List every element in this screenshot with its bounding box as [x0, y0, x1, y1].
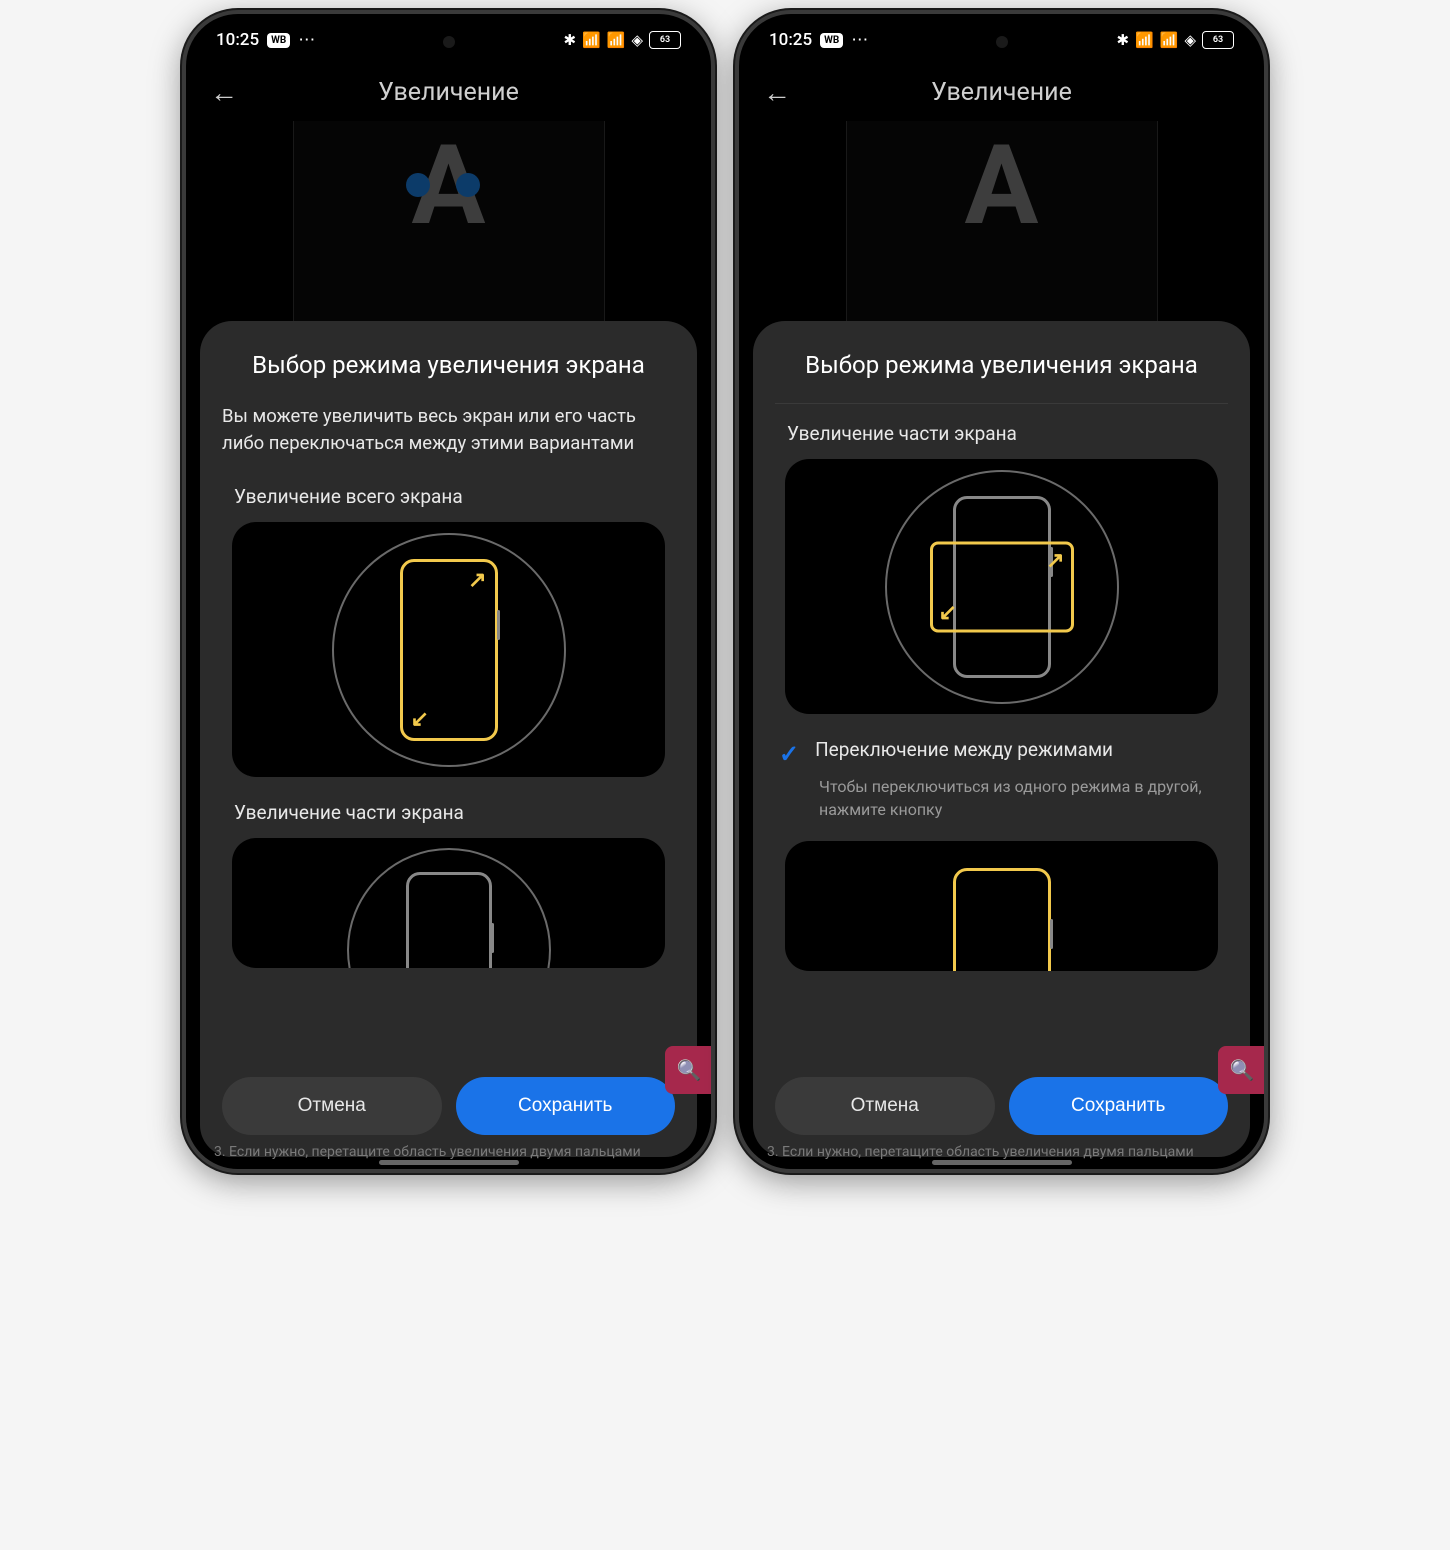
modal-intro: Вы можете увеличить весь экран или его ч… — [222, 403, 675, 457]
hint-text: 3. Если нужно, перетащите область увелич… — [214, 1143, 683, 1161]
status-more-icon: ⋯ — [298, 30, 317, 50]
nav-handle[interactable] — [379, 1160, 519, 1165]
switch-mode-checkbox[interactable]: ✓ Переключение между режимами — [775, 738, 1228, 768]
camera-dot — [996, 36, 1008, 48]
signal-icon: 📶 — [1135, 31, 1154, 49]
signal-icon: 📶 — [582, 31, 601, 49]
back-button[interactable]: ← — [210, 76, 238, 109]
status-time: 10:25 — [769, 30, 812, 50]
modal-title: Выбор режима увеличения экрана — [200, 321, 697, 403]
page-header: ← Увеличение — [739, 58, 1264, 121]
phone-right: 10:25 WB ⋯ ✱ 📶 📶 ◈ 63 ← Увеличение A Выб… — [735, 10, 1268, 1173]
wifi-icon: ◈ — [631, 31, 643, 49]
signal-icon-2: 📶 — [607, 31, 626, 49]
magnify-fab[interactable]: 🔍 — [1218, 1046, 1264, 1094]
option-part-label: Увеличение части экрана — [234, 801, 663, 824]
cancel-button[interactable]: Отмена — [222, 1077, 442, 1135]
option-switch-illustration-peek[interactable] — [785, 841, 1218, 971]
battery-indicator: 63 — [1202, 31, 1234, 49]
switch-label: Переключение между режимами — [815, 738, 1113, 761]
back-button[interactable]: ← — [763, 76, 791, 109]
bluetooth-icon: ✱ — [564, 31, 577, 49]
cancel-button[interactable]: Отмена — [775, 1077, 995, 1135]
page-header: ← Увеличение — [186, 58, 711, 121]
modal-divider — [775, 403, 1228, 404]
bluetooth-icon: ✱ — [1117, 31, 1130, 49]
option-part-illustration-peek[interactable] — [232, 838, 665, 968]
option-part-label: Увеличение части экрана — [787, 422, 1216, 445]
camera-dot — [443, 36, 455, 48]
mode-modal: Выбор режима увеличения экрана Вы можете… — [200, 321, 697, 1157]
status-more-icon: ⋯ — [851, 30, 870, 50]
signal-icon-2: 📶 — [1160, 31, 1179, 49]
status-time: 10:25 — [216, 30, 259, 50]
option-full-illustration[interactable]: ↗ ↙ — [232, 522, 665, 777]
switch-desc: Чтобы переключиться из одного режима в д… — [819, 776, 1224, 821]
magnify-fab[interactable]: 🔍 — [665, 1046, 711, 1094]
hint-text: 3. Если нужно, перетащите область увелич… — [767, 1143, 1236, 1161]
mode-modal: Выбор режима увеличения экрана Увеличени… — [753, 321, 1250, 1157]
save-button[interactable]: Сохранить — [1009, 1077, 1229, 1135]
save-button[interactable]: Сохранить — [456, 1077, 676, 1135]
page-title: Увеличение — [378, 78, 519, 107]
magnify-window: ↗ ↙ — [930, 541, 1074, 632]
nav-handle[interactable] — [932, 1160, 1072, 1165]
magnify-plus-icon: 🔍 — [677, 1058, 702, 1082]
modal-title: Выбор режима увеличения экрана — [753, 321, 1250, 403]
option-full-label: Увеличение всего экрана — [234, 485, 663, 508]
wb-badge: WB — [820, 33, 843, 48]
battery-indicator: 63 — [649, 31, 681, 49]
page-title: Увеличение — [931, 78, 1072, 107]
wifi-icon: ◈ — [1184, 31, 1196, 49]
magnify-plus-icon: 🔍 — [1230, 1058, 1255, 1082]
option-part-illustration[interactable]: ↗ ↙ — [785, 459, 1218, 714]
phone-left: 10:25 WB ⋯ ✱ 📶 📶 ◈ 63 ← Увеличение A Выб… — [182, 10, 715, 1173]
check-icon: ✓ — [779, 740, 799, 768]
wb-badge: WB — [267, 33, 290, 48]
